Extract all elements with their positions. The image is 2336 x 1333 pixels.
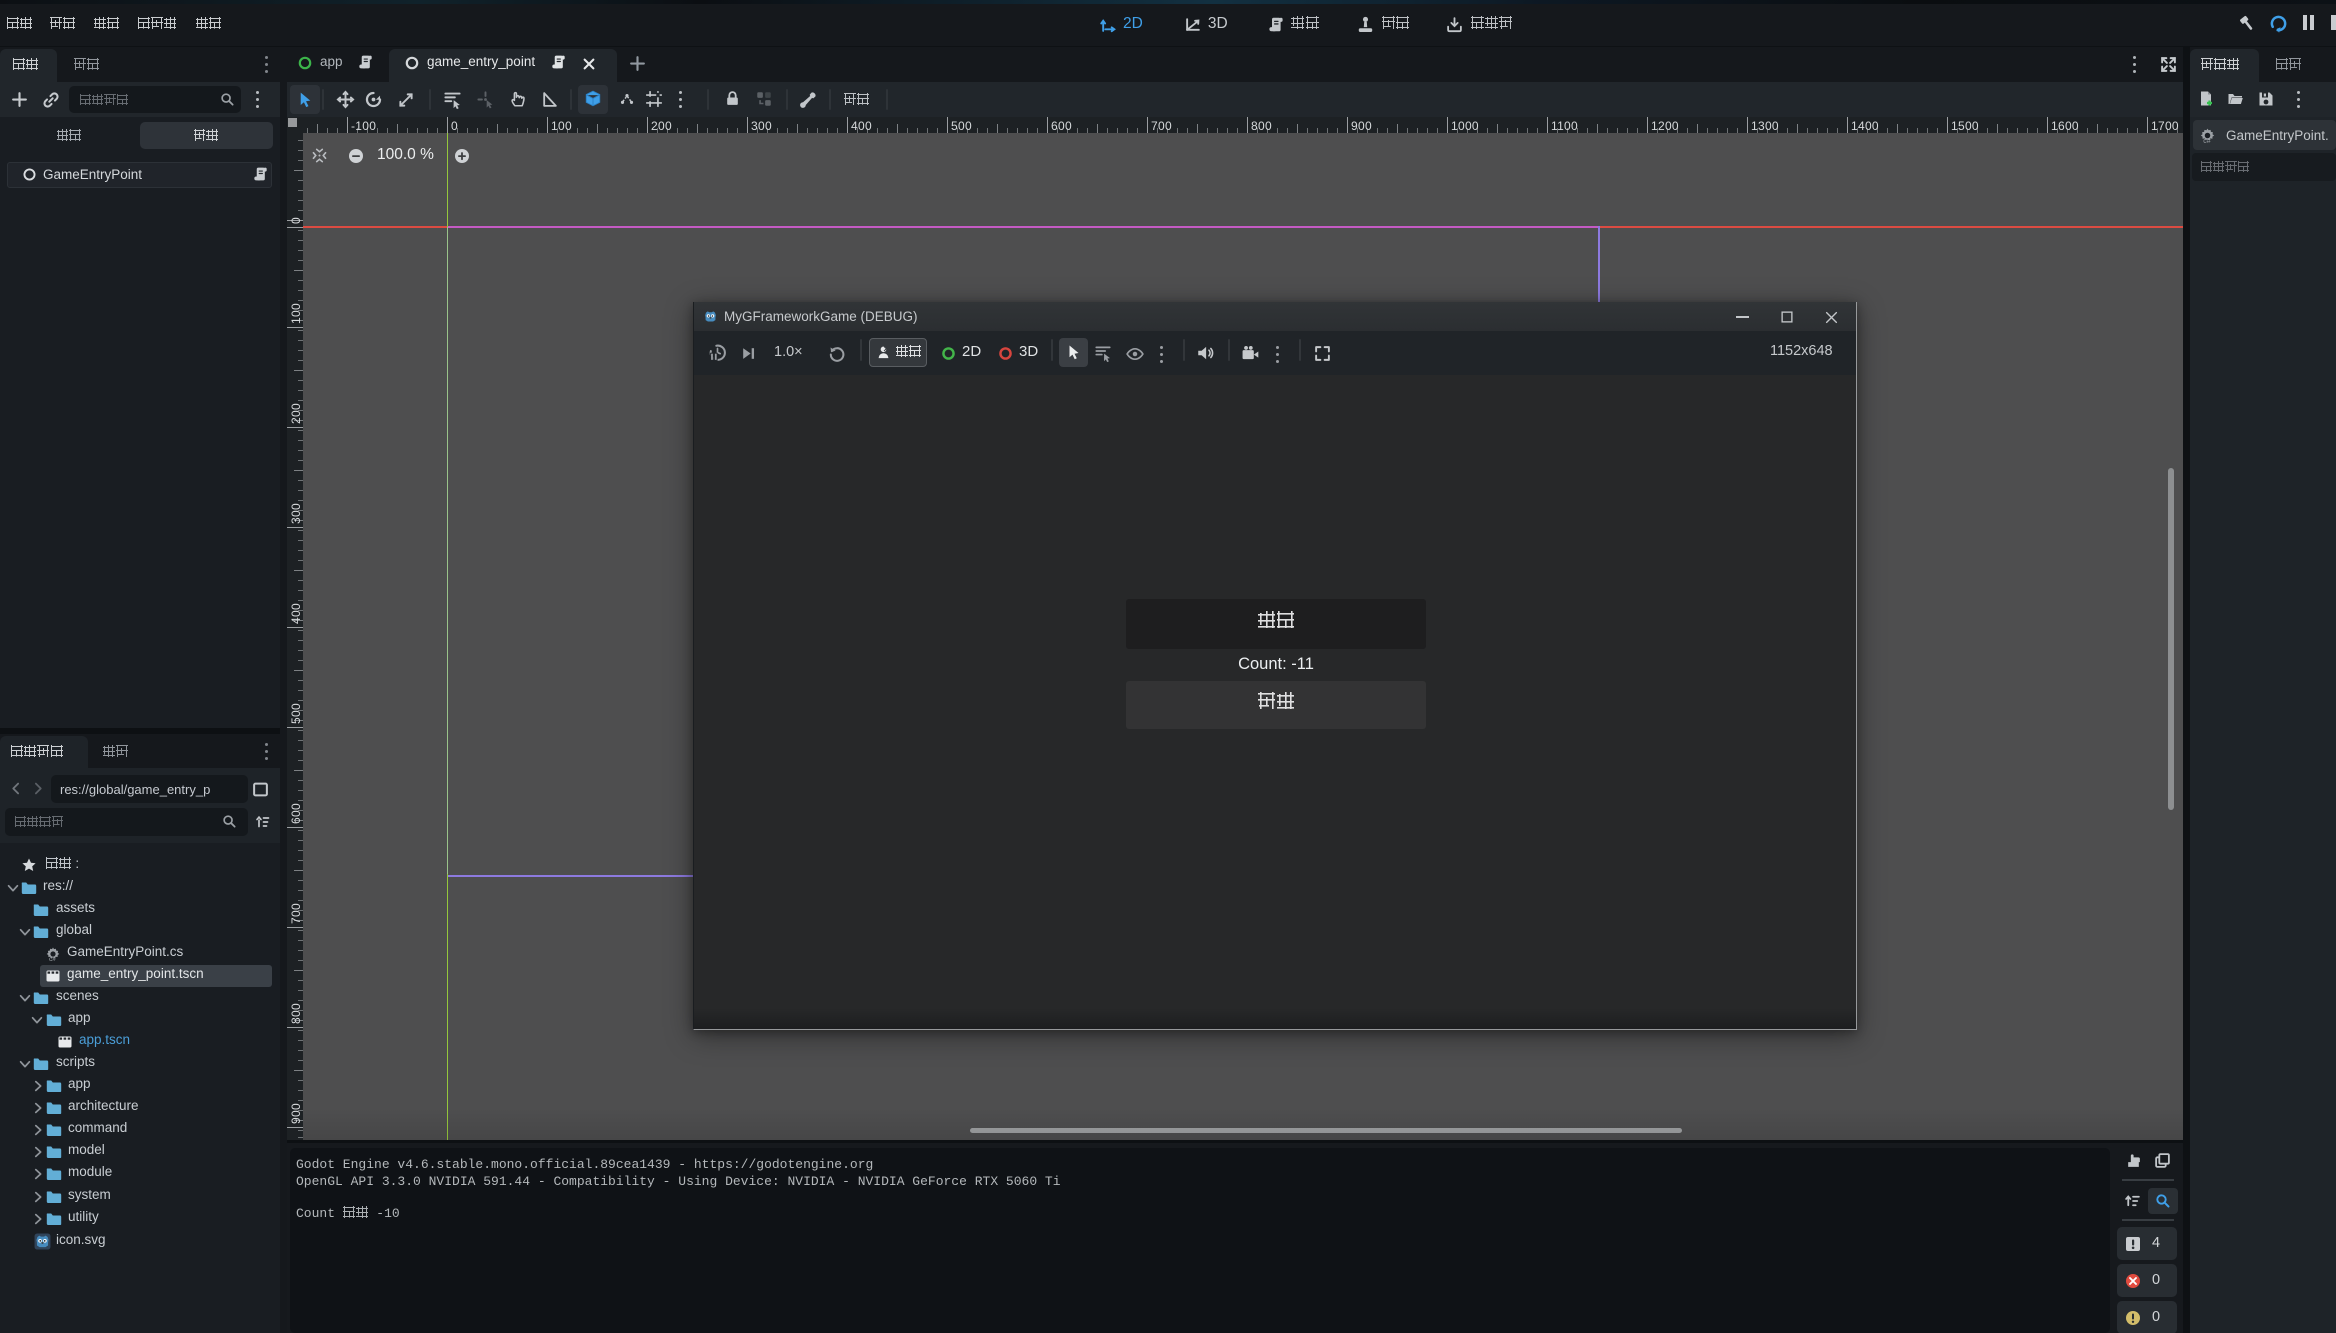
svg-text:600: 600 <box>289 803 303 824</box>
svg-text:300: 300 <box>289 503 303 524</box>
svg-text:200: 200 <box>289 403 303 424</box>
svg-text:700: 700 <box>289 903 303 924</box>
svg-text:900: 900 <box>289 1103 303 1124</box>
svg-text:100: 100 <box>289 303 303 324</box>
svg-text:500: 500 <box>289 703 303 724</box>
svg-text:400: 400 <box>289 603 303 624</box>
svg-text:0: 0 <box>289 217 303 224</box>
svg-text:800: 800 <box>289 1003 303 1024</box>
